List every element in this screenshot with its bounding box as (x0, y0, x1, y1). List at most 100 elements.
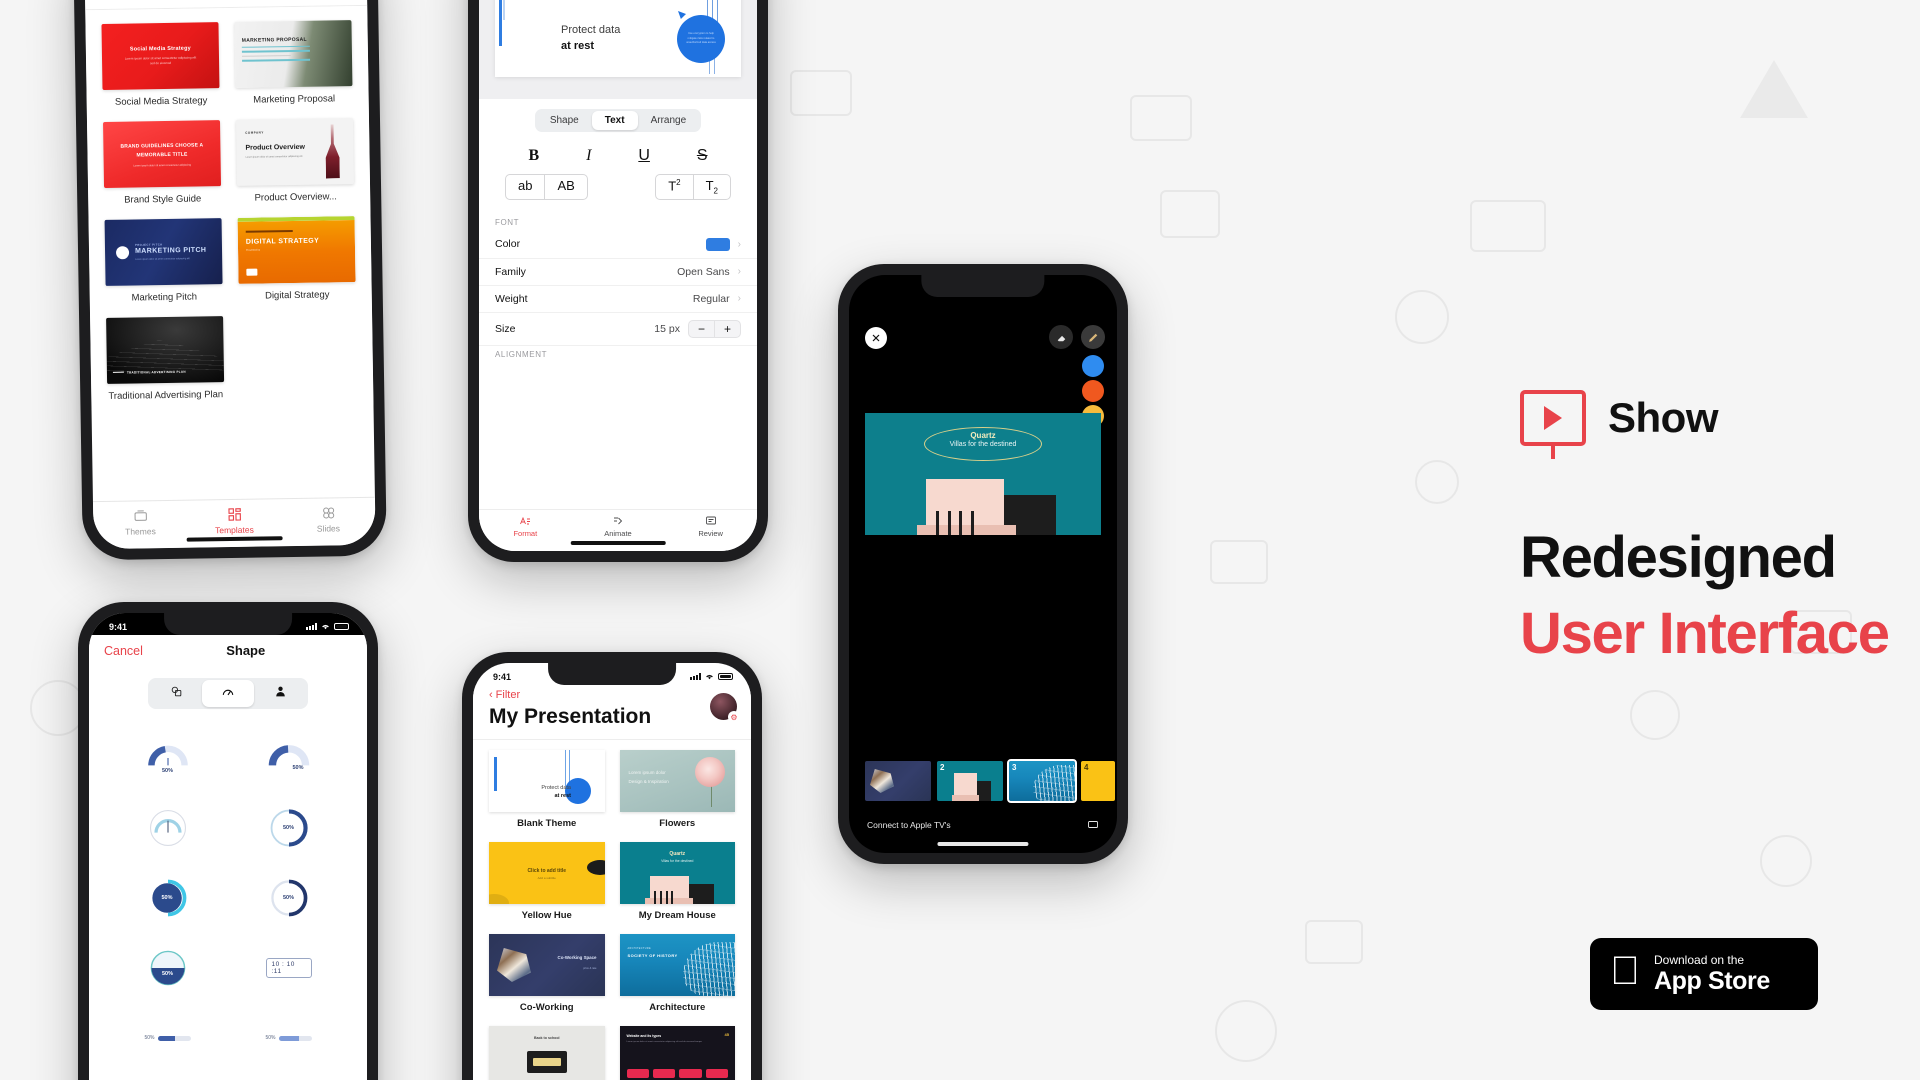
show-logo-icon (1520, 390, 1586, 459)
slide-text[interactable]: Protect data at rest (561, 23, 620, 55)
gauge-value: 50% (161, 895, 173, 901)
bottom-tab-animate[interactable]: Animate (588, 515, 648, 538)
filmstrip-slide[interactable]: 2 (937, 761, 1003, 801)
chevron-right-icon: › (737, 266, 741, 278)
bottom-tab-label: Review (698, 529, 723, 538)
slider-control[interactable]: 50% (266, 1035, 312, 1041)
superscript-button[interactable]: T2 (656, 175, 692, 199)
template-card[interactable]: COMPANY Product Overview Lorem ipsum dol… (235, 118, 355, 204)
avatar[interactable]: ⚙ (710, 693, 740, 723)
thumb-title: MARKETING PROPOSAL (241, 36, 307, 44)
wifi-icon (322, 624, 329, 630)
bottom-tab-format[interactable]: Format (495, 515, 555, 538)
pencil-button[interactable] (1081, 325, 1105, 349)
segment-shape[interactable]: Shape (537, 111, 592, 130)
slide-filmstrip[interactable]: 2 3 4 (849, 757, 1117, 805)
filter-button[interactable]: ‹ Filter (489, 689, 735, 701)
font-weight-row[interactable]: Weight Regular › (479, 285, 757, 313)
font-size-row[interactable]: Size 15 px − + (479, 312, 757, 346)
uppercase-button[interactable]: AB (544, 175, 586, 199)
size-decrease-button[interactable]: − (689, 321, 714, 337)
template-card[interactable]: Social Media Strategy Lorem ipsum dolor … (101, 22, 220, 108)
gauge-item[interactable]: 50% (145, 945, 191, 991)
segment-shapes[interactable] (150, 680, 202, 707)
phone-presentation-list: 9:41 ‹ Filter My Presentation ⚙ Protect … (462, 652, 762, 1080)
gauge-item[interactable]: 50% (266, 875, 312, 921)
segmented-control (148, 678, 308, 709)
segment-people[interactable] (254, 680, 306, 707)
tab-templates[interactable]: Templates (202, 506, 266, 535)
presentation-card[interactable]: 45 Website and its types Lorem ipsum dol… (619, 1026, 735, 1080)
presentation-thumbnail: ARCHITECTURE SOCIETY OF HISTORY (619, 934, 735, 996)
gauge-item[interactable]: 10 : 10 :11 (265, 945, 312, 991)
slide-number: 3 (1012, 763, 1017, 772)
gauge-item[interactable]: 50% (266, 805, 312, 851)
color-orange[interactable] (1082, 380, 1104, 402)
bottom-tab-review[interactable]: Review (681, 515, 741, 538)
presentation-label: Blank Theme (517, 818, 577, 829)
template-thumbnail: BRAND GUIDELINES CHOOSE A MEMORABLE TITL… (103, 120, 222, 188)
presentation-card[interactable]: Quartz Villas for the destined My Dream … (619, 842, 735, 921)
tab-label: Templates (214, 524, 254, 536)
segment-text[interactable]: Text (591, 111, 638, 130)
gauge-item[interactable] (145, 805, 191, 851)
page-title: My Presentation (489, 705, 652, 728)
template-label: Traditional Advertising Plan (108, 389, 224, 402)
filmstrip-slide[interactable] (865, 761, 931, 801)
signal-icon (690, 673, 701, 680)
slider-control[interactable]: 50% (145, 1035, 191, 1041)
presentation-card[interactable]: Lorem ipsum dolor Design & Inspiration Fl… (619, 750, 735, 829)
template-card[interactable]: DIGITAL STRATEGY Presented by Digital St… (237, 216, 356, 302)
current-slide[interactable]: Quartz Villas for the destined (865, 413, 1101, 535)
gauge-item[interactable]: 50% (145, 875, 191, 921)
underline-button[interactable]: U (638, 148, 650, 164)
subscript-button[interactable]: T2 (692, 175, 730, 199)
template-card[interactable]: BRAND GUIDELINES CHOOSE A MEMORABLE TITL… (103, 120, 222, 206)
gauge-item[interactable]: 50% (145, 735, 191, 781)
tab-themes[interactable]: Themes (108, 508, 172, 537)
row-value: Regular (692, 292, 730, 305)
bold-button[interactable]: B (528, 148, 539, 164)
font-color-row[interactable]: Color › (479, 230, 757, 259)
presentation-card[interactable]: ARCHITECTURE SOCIETY OF HISTORY Architec… (619, 934, 735, 1013)
thumb-title: SOCIETY OF HISTORY (627, 953, 678, 958)
gauge-item[interactable]: 50% (145, 1015, 191, 1061)
color-blue[interactable] (1082, 355, 1104, 377)
gauge-icon (222, 689, 234, 696)
close-button[interactable] (865, 327, 887, 349)
format-icon (520, 516, 531, 525)
connect-row[interactable]: Connect to Apple TV's (849, 819, 1117, 831)
segment-arrange[interactable]: Arrange (638, 111, 700, 130)
filmstrip-slide[interactable]: 4 (1081, 761, 1115, 801)
gauge-item[interactable]: 50% (266, 1015, 312, 1061)
templates-icon (227, 508, 241, 521)
italic-button[interactable]: I (586, 148, 591, 164)
appstore-large-label: App Store (1624, 966, 1770, 995)
presentation-label: Co-Working (519, 1002, 574, 1013)
size-increase-button[interactable]: + (713, 320, 740, 337)
airplay-icon[interactable] (1087, 819, 1099, 831)
eraser-button[interactable] (1049, 325, 1073, 349)
template-card[interactable]: MARKETING PROPOSAL Marketing Proposal (234, 20, 353, 106)
color-swatch[interactable] (705, 237, 730, 251)
segment-gauges[interactable] (202, 680, 254, 707)
lowercase-button[interactable]: ab (506, 175, 544, 199)
font-family-row[interactable]: Family Open Sans › (479, 258, 757, 286)
filmstrip-slide[interactable]: 3 (1007, 759, 1077, 803)
gauge-item[interactable]: 50% (266, 735, 312, 781)
strikethrough-button[interactable]: S (697, 148, 708, 164)
brand-name: Show (1608, 394, 1719, 441)
presentation-thumbnail: Back to school (489, 1026, 605, 1080)
pointer-graphic (678, 11, 686, 19)
slide-canvas[interactable]: Protect data at rest Use encryption to h… (495, 0, 741, 77)
tab-slides[interactable]: Slides (296, 505, 360, 534)
gear-icon[interactable]: ⚙ (728, 711, 740, 723)
template-card[interactable]: TRADITIONAL ADVERTISING PLAN Traditional… (106, 316, 225, 402)
cancel-button[interactable]: Cancel (104, 644, 143, 658)
presentation-card[interactable]: Protect data at rest Blank Theme (489, 750, 605, 829)
presentation-card[interactable]: Click to add title Add a subtitle Yellow… (489, 842, 605, 921)
app-store-button[interactable]:  Download on the App Store (1590, 938, 1818, 1010)
presentation-card[interactable]: Co-Working Space price & rate Co-Working (489, 934, 605, 1013)
presentation-card[interactable]: Back to school (489, 1026, 605, 1080)
template-card[interactable]: PROJECT PITCH MARKETING PITCH Lorem ipsu… (104, 218, 223, 304)
